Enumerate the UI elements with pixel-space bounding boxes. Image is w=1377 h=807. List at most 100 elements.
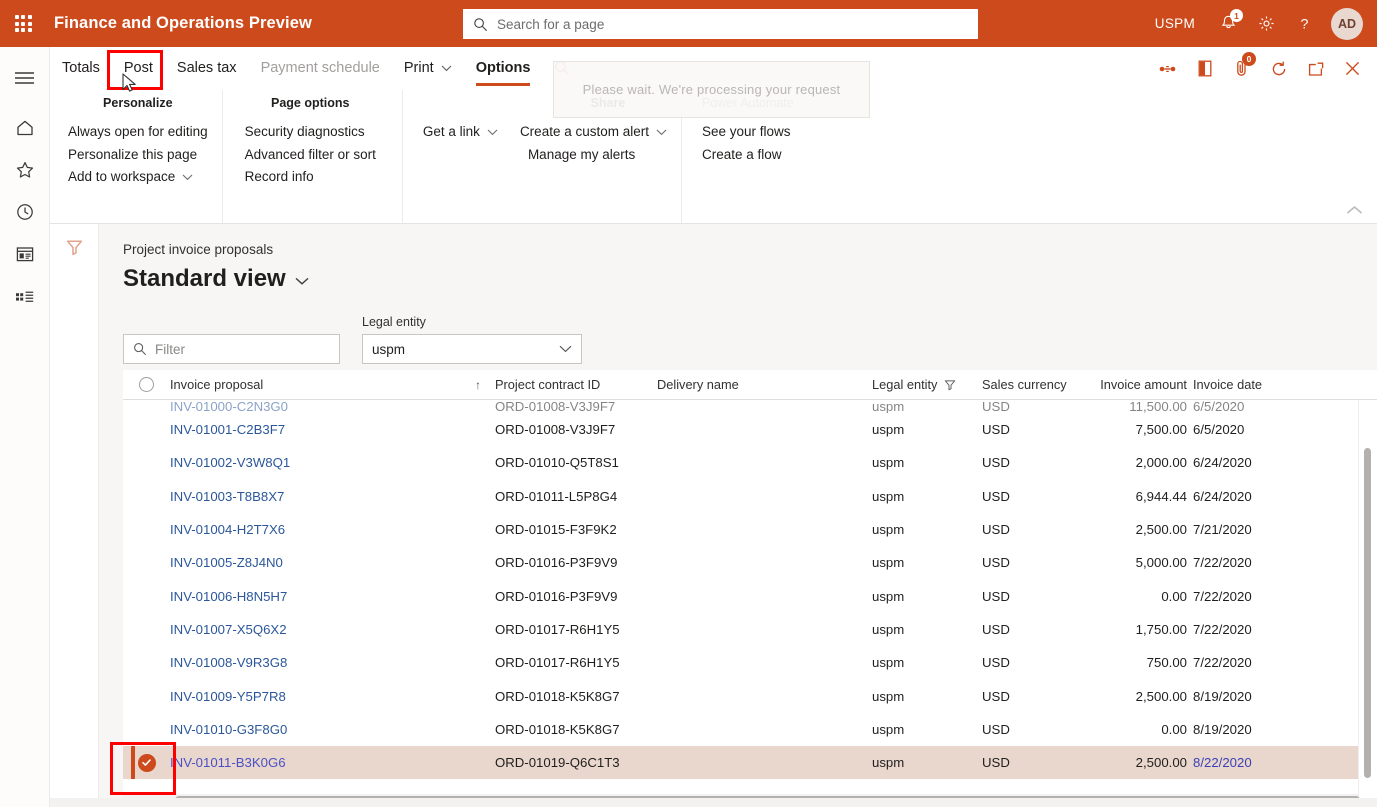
gear-icon[interactable]: [1247, 0, 1285, 47]
refresh-icon[interactable]: [1260, 47, 1297, 90]
ribbon-item-add-to-workspace[interactable]: Add to workspace: [68, 166, 208, 189]
cell-invoice-proposal[interactable]: INV-01006-H8N5H7: [170, 589, 495, 604]
table-row[interactable]: INV-01004-H2T7X6ORD-01015-F3F9K2uspmUSD2…: [123, 513, 1377, 546]
vertical-scrollbar-thumb[interactable]: [1364, 448, 1371, 778]
cell-invoice-proposal[interactable]: INV-01003-T8B8X7: [170, 489, 495, 504]
search-input[interactable]: Filter: [123, 334, 340, 364]
ribbon-item-always-open-for-editing[interactable]: Always open for editing: [68, 121, 208, 144]
office-export-icon[interactable]: [1186, 47, 1223, 90]
cell-invoice-proposal[interactable]: INV-01009-Y5P7R8: [170, 689, 495, 704]
cell-invoice-proposal[interactable]: INV-01011-B3K0G6: [170, 755, 495, 770]
workspace-icon[interactable]: [0, 233, 50, 275]
cell-invoice-date: 8/22/2020: [1187, 755, 1292, 770]
column-header-delivery-name[interactable]: Delivery name: [657, 377, 872, 392]
cell-invoice-proposal[interactable]: INV-01002-V3W8Q1: [170, 455, 495, 470]
question-mark-icon[interactable]: ?: [1285, 0, 1323, 47]
cell-invoice-proposal[interactable]: INV-01010-G3F8G0: [170, 722, 495, 737]
column-header-invoice-proposal[interactable]: Invoice proposal ↑: [170, 377, 495, 392]
ribbon-item-see-your-flows[interactable]: See your flows: [702, 121, 791, 144]
cell-project-contract-id: ORD-01017-R6H1Y5: [495, 655, 657, 670]
table-row[interactable]: INV-01000-C2N3G0 ORD-01008-V3J9F7 uspm U…: [123, 400, 1377, 413]
funnel-filter-icon[interactable]: [65, 238, 84, 807]
cell-legal-entity: uspm: [872, 589, 982, 604]
cell-invoice-amount: 2,500.00: [1087, 522, 1187, 537]
popout-icon[interactable]: [1297, 47, 1334, 90]
cmd-sales-tax[interactable]: Sales tax: [165, 47, 249, 90]
table-row[interactable]: INV-01003-T8B8X7ORD-01011-L5P8G4uspmUSD6…: [123, 480, 1377, 513]
cell-invoice-proposal[interactable]: INV-01005-Z8J4N0: [170, 555, 495, 570]
cmd-totals[interactable]: Totals: [50, 47, 112, 90]
legal-entity-select[interactable]: uspm: [362, 334, 582, 364]
cell-project-contract-id: ORD-01018-K5K8G7: [495, 722, 657, 737]
ribbon-item-security-diagnostics[interactable]: Security diagnostics: [245, 121, 376, 144]
vertical-scrollbar-track[interactable]: [1358, 400, 1377, 807]
cell-invoice-amount: 0.00: [1087, 589, 1187, 604]
cell-sales-currency: USD: [982, 622, 1087, 637]
ribbon-item-personalize-this-page[interactable]: Personalize this page: [68, 144, 208, 167]
hamburger-menu-icon[interactable]: [0, 57, 50, 99]
cmd-options[interactable]: Options: [464, 47, 543, 90]
chevron-down-icon: [441, 65, 452, 72]
column-header-sales-currency[interactable]: Sales currency: [982, 377, 1087, 392]
cell-invoice-date: 8/19/2020: [1187, 722, 1292, 737]
ribbon-item-create-a-custom-alert[interactable]: Create a custom alert: [520, 121, 667, 144]
table-row[interactable]: INV-01006-H8N5H7ORD-01016-P3F9V9uspmUSD0…: [123, 579, 1377, 612]
waffle-grid-icon[interactable]: [0, 15, 46, 32]
cell-sales-currency: USD: [982, 400, 1087, 413]
cell-invoice-date: 8/19/2020: [1187, 689, 1292, 704]
cell-project-contract-id: ORD-01016-P3F9V9: [495, 555, 657, 570]
avatar[interactable]: AD: [1331, 8, 1363, 40]
home-icon[interactable]: [0, 107, 50, 149]
global-search-input[interactable]: Search for a page: [463, 9, 978, 39]
mouse-cursor: [122, 73, 139, 95]
cell-invoice-date: 7/22/2020: [1187, 555, 1292, 570]
ribbon-collapse-chevron-up-icon[interactable]: [1346, 202, 1363, 220]
table-row[interactable]: INV-01001-C2B3F7ORD-01008-V3J9F7uspmUSD7…: [123, 413, 1377, 446]
column-header-invoice-date[interactable]: Invoice date: [1187, 377, 1292, 392]
ribbon-item-record-info[interactable]: Record info: [245, 166, 376, 189]
page-title[interactable]: Standard view: [123, 265, 1377, 293]
cmd-print[interactable]: Print: [392, 47, 464, 90]
relationships-icon[interactable]: [1149, 47, 1186, 90]
ribbon-item-label: Add to workspace: [68, 166, 175, 189]
ribbon-item-get-a-link[interactable]: Get a link: [423, 121, 498, 144]
ribbon-item-advanced-filter-or-sort[interactable]: Advanced filter or sort: [245, 144, 376, 167]
attachments-icon[interactable]: 0: [1223, 47, 1260, 90]
table-row[interactable]: INV-01010-G3F8G0ORD-01018-K5K8G7uspmUSD0…: [123, 713, 1377, 746]
table-row[interactable]: INV-01011-B3K0G6ORD-01019-Q6C1T3uspmUSD2…: [123, 746, 1377, 779]
ribbon-item-create-a-flow[interactable]: Create a flow: [702, 144, 791, 167]
cell-invoice-proposal[interactable]: INV-01008-V9R3G8: [170, 655, 495, 670]
company-selector[interactable]: USPM: [1141, 16, 1209, 31]
cell-invoice-amount: 2,000.00: [1087, 455, 1187, 470]
chevron-down-icon: [295, 277, 309, 286]
star-icon[interactable]: [0, 149, 50, 191]
cell-legal-entity: uspm: [872, 755, 982, 770]
ribbon-item-manage-my-alerts[interactable]: Manage my alerts: [528, 144, 667, 167]
cell-invoice-date: 7/22/2020: [1187, 655, 1292, 670]
modules-list-icon[interactable]: [0, 275, 50, 317]
table-row[interactable]: INV-01005-Z8J4N0ORD-01016-P3F9V9uspmUSD5…: [123, 546, 1377, 579]
cell-invoice-proposal[interactable]: INV-01000-C2N3G0: [170, 400, 495, 413]
column-header-invoice-amount[interactable]: Invoice amount: [1087, 377, 1187, 392]
column-header-legal-entity[interactable]: Legal entity: [872, 377, 982, 392]
cell-sales-currency: USD: [982, 755, 1087, 770]
breadcrumb: Project invoice proposals: [123, 242, 1377, 257]
cell-invoice-amount: 2,500.00: [1087, 755, 1187, 770]
select-all-circle-icon[interactable]: [123, 377, 170, 392]
legal-entity-field: Legal entity uspm: [362, 315, 582, 364]
table-row[interactable]: INV-01002-V3W8Q1ORD-01010-Q5T8S1uspmUSD2…: [123, 446, 1377, 479]
grid-controls: Filter Legal entity uspm: [123, 315, 1377, 364]
bell-icon[interactable]: 1: [1209, 0, 1247, 47]
table-row[interactable]: INV-01008-V9R3G8ORD-01017-R6H1Y5uspmUSD7…: [123, 646, 1377, 679]
cell-invoice-proposal[interactable]: INV-01007-X5Q6X2: [170, 622, 495, 637]
close-icon[interactable]: [1334, 47, 1371, 90]
table-row[interactable]: INV-01007-X5Q6X2ORD-01017-R6H1Y5uspmUSD1…: [123, 613, 1377, 646]
funnel-filter-icon[interactable]: [944, 379, 956, 391]
clock-icon[interactable]: [0, 191, 50, 233]
cell-invoice-proposal[interactable]: INV-01001-C2B3F7: [170, 422, 495, 437]
table-row[interactable]: INV-01009-Y5P7R8ORD-01018-K5K8G7uspmUSD2…: [123, 679, 1377, 712]
ribbon-group-title: Page options: [245, 96, 376, 110]
cell-invoice-amount: 11,500.00: [1087, 400, 1187, 413]
cell-invoice-proposal[interactable]: INV-01004-H2T7X6: [170, 522, 495, 537]
column-header-project-contract-id[interactable]: Project contract ID: [495, 377, 657, 392]
